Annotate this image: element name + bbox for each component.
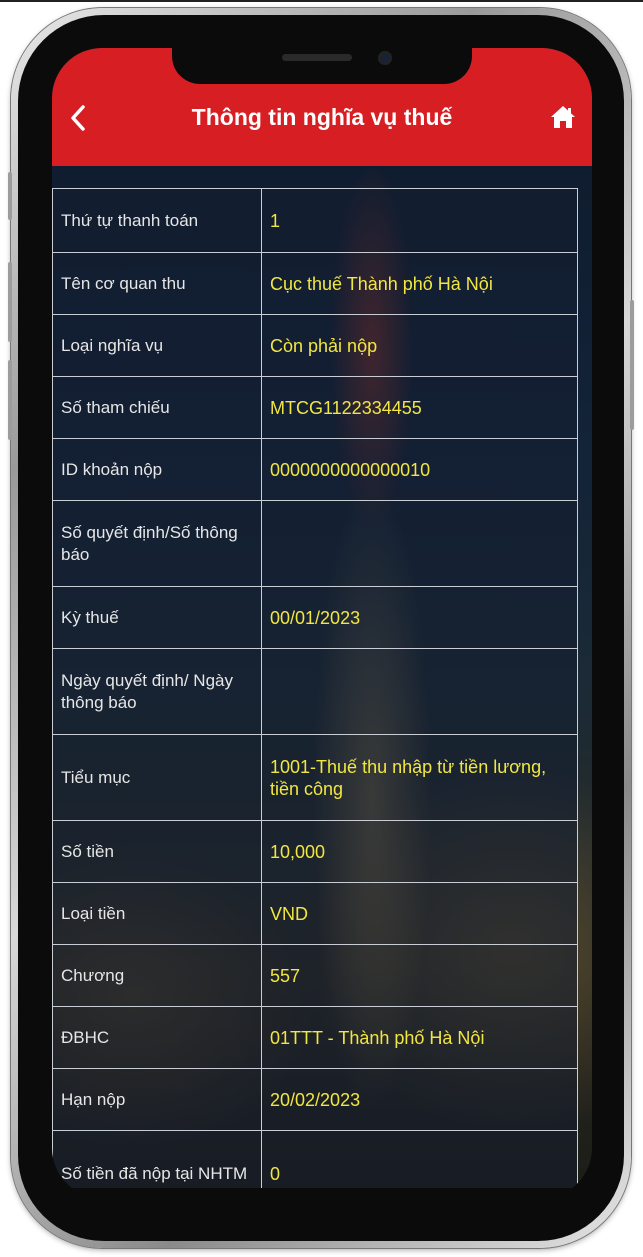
table-row: Số tham chiếu MTCG1122334455 xyxy=(52,376,578,439)
row-label: Số tham chiếu xyxy=(52,376,262,439)
row-label: Số tiền xyxy=(52,820,262,883)
phone-volume-up xyxy=(8,262,12,342)
table-row: Hạn nộp 20/02/2023 xyxy=(52,1068,578,1131)
app-screen: Thông tin nghĩa vụ thuế Thứ tự thanh toá… xyxy=(52,48,592,1198)
home-icon xyxy=(551,106,575,128)
page-title: Thông tin nghĩa vụ thuế xyxy=(191,104,453,130)
table-row: Kỳ thuế 00/01/2023 xyxy=(52,586,578,649)
row-label: Ngày quyết định/ Ngày thông báo xyxy=(52,648,262,735)
row-value: 20/02/2023 xyxy=(261,1068,578,1131)
row-label: Chương xyxy=(52,944,262,1007)
phone-volume-down xyxy=(8,360,12,440)
table-row: Loại nghĩa vụ Còn phải nộp xyxy=(52,314,578,377)
table-row: Tên cơ quan thu Cục thuế Thành phố Hà Nội xyxy=(52,252,578,315)
chevron-left-icon xyxy=(71,105,85,131)
table-row: ĐBHC 01TTT - Thành phố Hà Nội xyxy=(52,1006,578,1069)
row-label: Tên cơ quan thu xyxy=(52,252,262,315)
phone-power-button xyxy=(630,300,634,430)
page-top-border xyxy=(0,0,643,2)
row-label: Kỳ thuế xyxy=(52,586,262,649)
phone-notch xyxy=(172,48,472,84)
home-button[interactable] xyxy=(546,100,580,134)
row-value: 557 xyxy=(261,944,578,1007)
row-label: Số quyết định/Số thông báo xyxy=(52,500,262,587)
row-value xyxy=(261,500,578,587)
row-value xyxy=(261,648,578,735)
row-value: 00/01/2023 xyxy=(261,586,578,649)
table-row: Chương 557 xyxy=(52,944,578,1007)
row-value: MTCG1122334455 xyxy=(261,376,578,439)
row-label: Hạn nộp xyxy=(52,1068,262,1131)
row-label: Loại tiền xyxy=(52,882,262,945)
table-row: Tiểu mục 1001-Thuế thu nhập từ tiền lương… xyxy=(52,734,578,821)
row-value: 01TTT - Thành phố Hà Nội xyxy=(261,1006,578,1069)
back-button[interactable] xyxy=(58,98,98,138)
speaker-grille xyxy=(282,54,352,61)
table-row: ID khoản nộp 0000000000000010 xyxy=(52,438,578,501)
table-row: Số tiền 10,000 xyxy=(52,820,578,883)
row-value: 1001-Thuế thu nhập từ tiền lương, tiền c… xyxy=(261,734,578,821)
table-row: Số quyết định/Số thông báo xyxy=(52,500,578,587)
row-value: 0000000000000010 xyxy=(261,438,578,501)
row-value: 1 xyxy=(261,188,578,253)
row-label: ĐBHC xyxy=(52,1006,262,1069)
row-value: VND xyxy=(261,882,578,945)
row-value: Còn phải nộp xyxy=(261,314,578,377)
table-row: Thứ tự thanh toán 1 xyxy=(52,188,578,253)
table-row: Loại tiền VND xyxy=(52,882,578,945)
row-value: Cục thuế Thành phố Hà Nội xyxy=(261,252,578,315)
row-label: Thứ tự thanh toán xyxy=(52,188,262,253)
screen-bottom-edge xyxy=(52,1188,592,1198)
front-camera xyxy=(378,51,392,65)
phone-silent-switch xyxy=(8,172,12,220)
tax-obligation-table: Thứ tự thanh toán 1 Tên cơ quan thu Cục th… xyxy=(52,188,578,1198)
row-label: ID khoản nộp xyxy=(52,438,262,501)
row-label: Tiểu mục xyxy=(52,734,262,821)
table-row: Ngày quyết định/ Ngày thông báo xyxy=(52,648,578,735)
row-label: Loại nghĩa vụ xyxy=(52,314,262,377)
row-value: 10,000 xyxy=(261,820,578,883)
